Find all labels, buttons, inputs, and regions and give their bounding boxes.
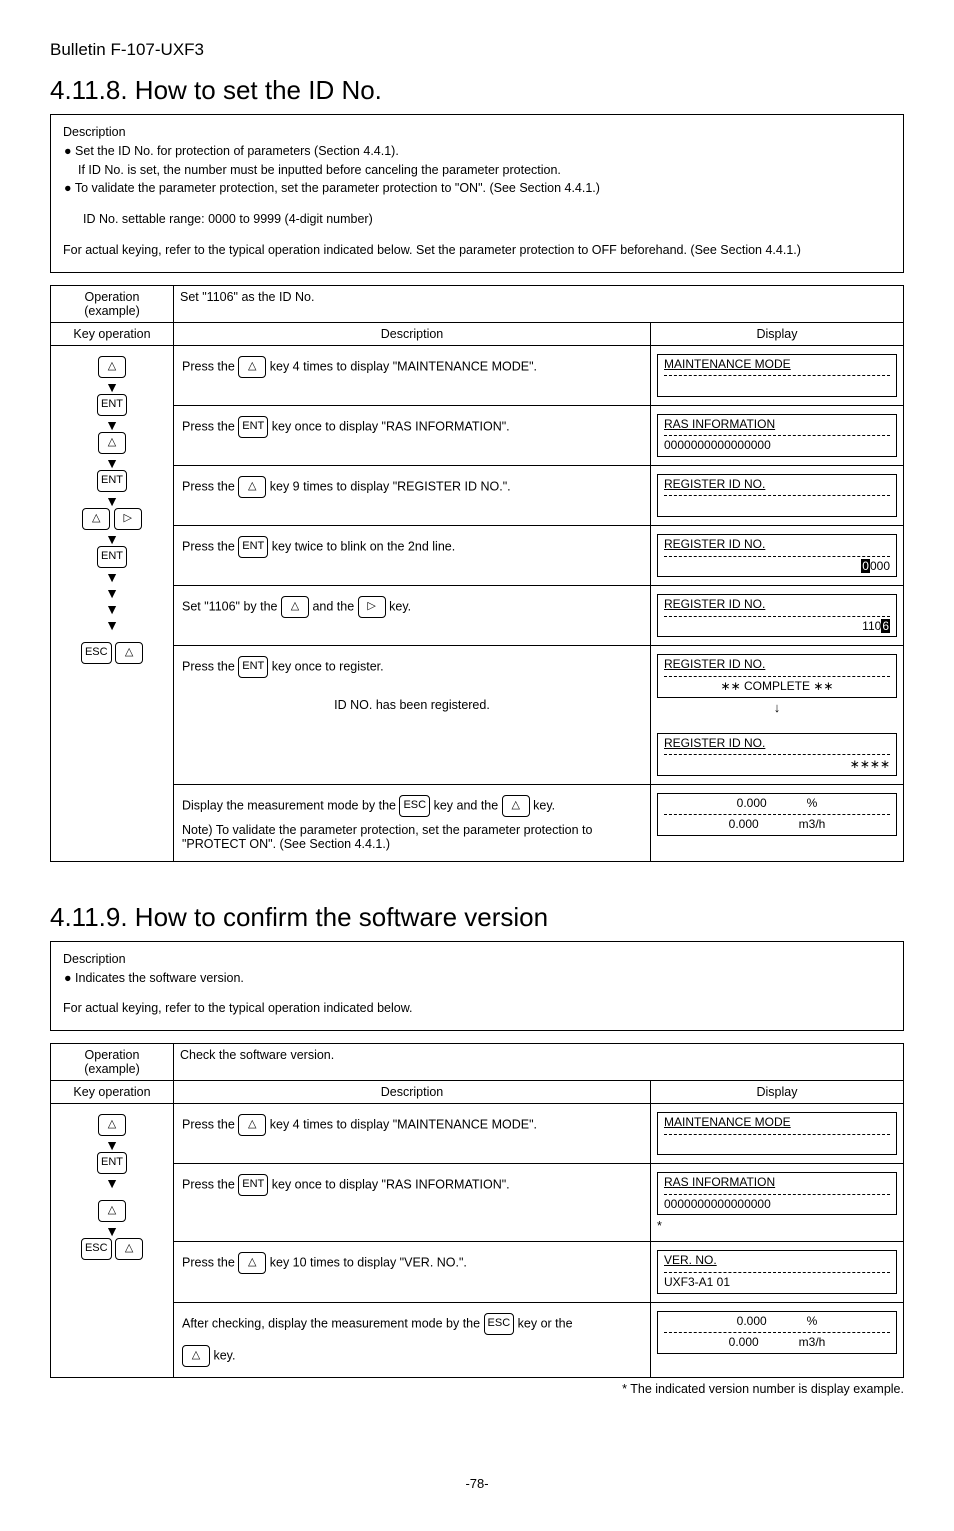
step-3-desc: Press the key 9 times to display "REGIST… (174, 465, 651, 525)
up-key-icon (98, 1114, 126, 1136)
up-key-icon (238, 476, 266, 498)
right-key-icon (358, 596, 386, 618)
description-title: Description (63, 123, 891, 142)
up-key-icon (238, 1252, 266, 1274)
section-9-description-box: Description Indicates the software versi… (50, 941, 904, 1031)
up-key-icon (115, 1238, 143, 1260)
step-5-display: REGISTER ID NO.1106 (651, 586, 904, 646)
ent-key-icon: ENT (238, 656, 268, 678)
bulletin-header: Bulletin F-107-UXF3 (50, 40, 904, 60)
desc-bullet-1-sub: If ID No. is set, the number must be inp… (78, 161, 891, 180)
step-3-display: VER. NO.UXF3-A1 01 (651, 1242, 904, 1302)
col-key-operation: Key operation (51, 1081, 174, 1104)
desc-bullet-1: Set the ID No. for protection of paramet… (64, 142, 891, 180)
section-8-heading: 4.11.8. How to set the ID No. (50, 75, 904, 106)
desc-bullet-2: To validate the parameter protection, se… (64, 179, 891, 198)
col-display: Display (651, 322, 904, 345)
actual-keying-note: For actual keying, refer to the typical … (63, 999, 891, 1018)
op-example-value: Set "1106" as the ID No. (174, 285, 904, 322)
up-key-icon (98, 1200, 126, 1222)
op-example-value: Check the software version. (174, 1044, 904, 1081)
ent-key-icon: ENT (97, 470, 127, 492)
up-key-icon (502, 795, 530, 817)
desc-bullet: Indicates the software version. (64, 969, 891, 988)
page-number: -78- (50, 1476, 904, 1491)
step-7-display: 0.000% 0.000m3/h (651, 784, 904, 861)
section-9-footnote: * The indicated version number is displa… (50, 1382, 904, 1396)
up-key-icon (82, 508, 110, 530)
up-key-icon (98, 356, 126, 378)
ent-key-icon: ENT (238, 536, 268, 558)
step-6-display: REGISTER ID NO.∗∗ COMPLETE ∗∗ ↓ (651, 646, 904, 725)
step-6-desc: Press the ENT key once to register. ID N… (174, 646, 651, 784)
up-key-icon (98, 432, 126, 454)
ent-key-icon: ENT (97, 394, 127, 416)
esc-key-icon: ESC (81, 642, 112, 664)
section-8-table: Operation (example) Set "1106" as the ID… (50, 285, 904, 862)
up-key-icon (281, 596, 309, 618)
ent-key-icon: ENT (238, 1174, 268, 1196)
up-key-icon (238, 1114, 266, 1136)
step-2-desc: Press the ENT key once to display "RAS I… (174, 1164, 651, 1242)
step-3-display: REGISTER ID NO. (651, 465, 904, 525)
esc-key-icon: ESC (81, 1238, 112, 1260)
step-7-desc: Display the measurement mode by the ESC … (174, 784, 651, 861)
col-key-operation: Key operation (51, 322, 174, 345)
op-example-header: Operation (example) (51, 1044, 174, 1081)
step-2-display: RAS INFORMATION0000000000000000 * (651, 1164, 904, 1242)
up-key-icon (115, 642, 143, 664)
ent-key-icon: ENT (238, 416, 268, 438)
step-6b-display: REGISTER ID NO.∗∗∗∗ (651, 725, 904, 785)
step-4-desc: Press the ENT key twice to blink on the … (174, 526, 651, 586)
up-key-icon (238, 356, 266, 378)
step-2-display: RAS INFORMATION0000000000000000 (651, 405, 904, 465)
ent-key-icon: ENT (97, 546, 127, 568)
step-4-desc: After checking, display the measurement … (174, 1302, 651, 1377)
up-key-icon (182, 1345, 210, 1367)
col-description: Description (174, 322, 651, 345)
esc-key-icon: ESC (484, 1313, 515, 1335)
description-title: Description (63, 950, 891, 969)
step-4-display: REGISTER ID NO.0000 (651, 526, 904, 586)
key-operation-cell: ▼ ENT▼ ▼ ENT▼ ▼ ENT▼ ▼▼▼ ESC (51, 345, 174, 861)
esc-key-icon: ESC (399, 795, 430, 817)
key-operation-cell: ▼ ENT▼ ▼ ESC (51, 1104, 174, 1378)
step-2-desc: Press the ENT key once to display "RAS I… (174, 405, 651, 465)
right-key-icon (114, 508, 142, 530)
op-example-header: Operation (example) (51, 285, 174, 322)
col-display: Display (651, 1081, 904, 1104)
col-description: Description (174, 1081, 651, 1104)
ent-key-icon: ENT (97, 1152, 127, 1174)
step-4-display: 0.000% 0.000m3/h (651, 1302, 904, 1377)
step-3-desc: Press the key 10 times to display "VER. … (174, 1242, 651, 1302)
id-range: ID No. settable range: 0000 to 9999 (4-d… (83, 210, 891, 229)
step-1-display: MAINTENANCE MODE (651, 345, 904, 405)
actual-keying-note: For actual keying, refer to the typical … (63, 241, 891, 260)
step-1-desc: Press the key 4 times to display "MAINTE… (174, 345, 651, 405)
section-9-table: Operation (example) Check the software v… (50, 1043, 904, 1378)
step-1-desc: Press the key 4 times to display "MAINTE… (174, 1104, 651, 1164)
section-9-heading: 4.11.9. How to confirm the software vers… (50, 902, 904, 933)
section-8-description-box: Description Set the ID No. for protectio… (50, 114, 904, 273)
footnote-star: * (657, 1219, 897, 1233)
step-7-note: Note) To validate the parameter protecti… (182, 823, 642, 851)
step-5-desc: Set "1106" by the and the key. (174, 586, 651, 646)
step-1-display: MAINTENANCE MODE (651, 1104, 904, 1164)
step-6b-desc: ID NO. has been registered. (182, 698, 642, 712)
